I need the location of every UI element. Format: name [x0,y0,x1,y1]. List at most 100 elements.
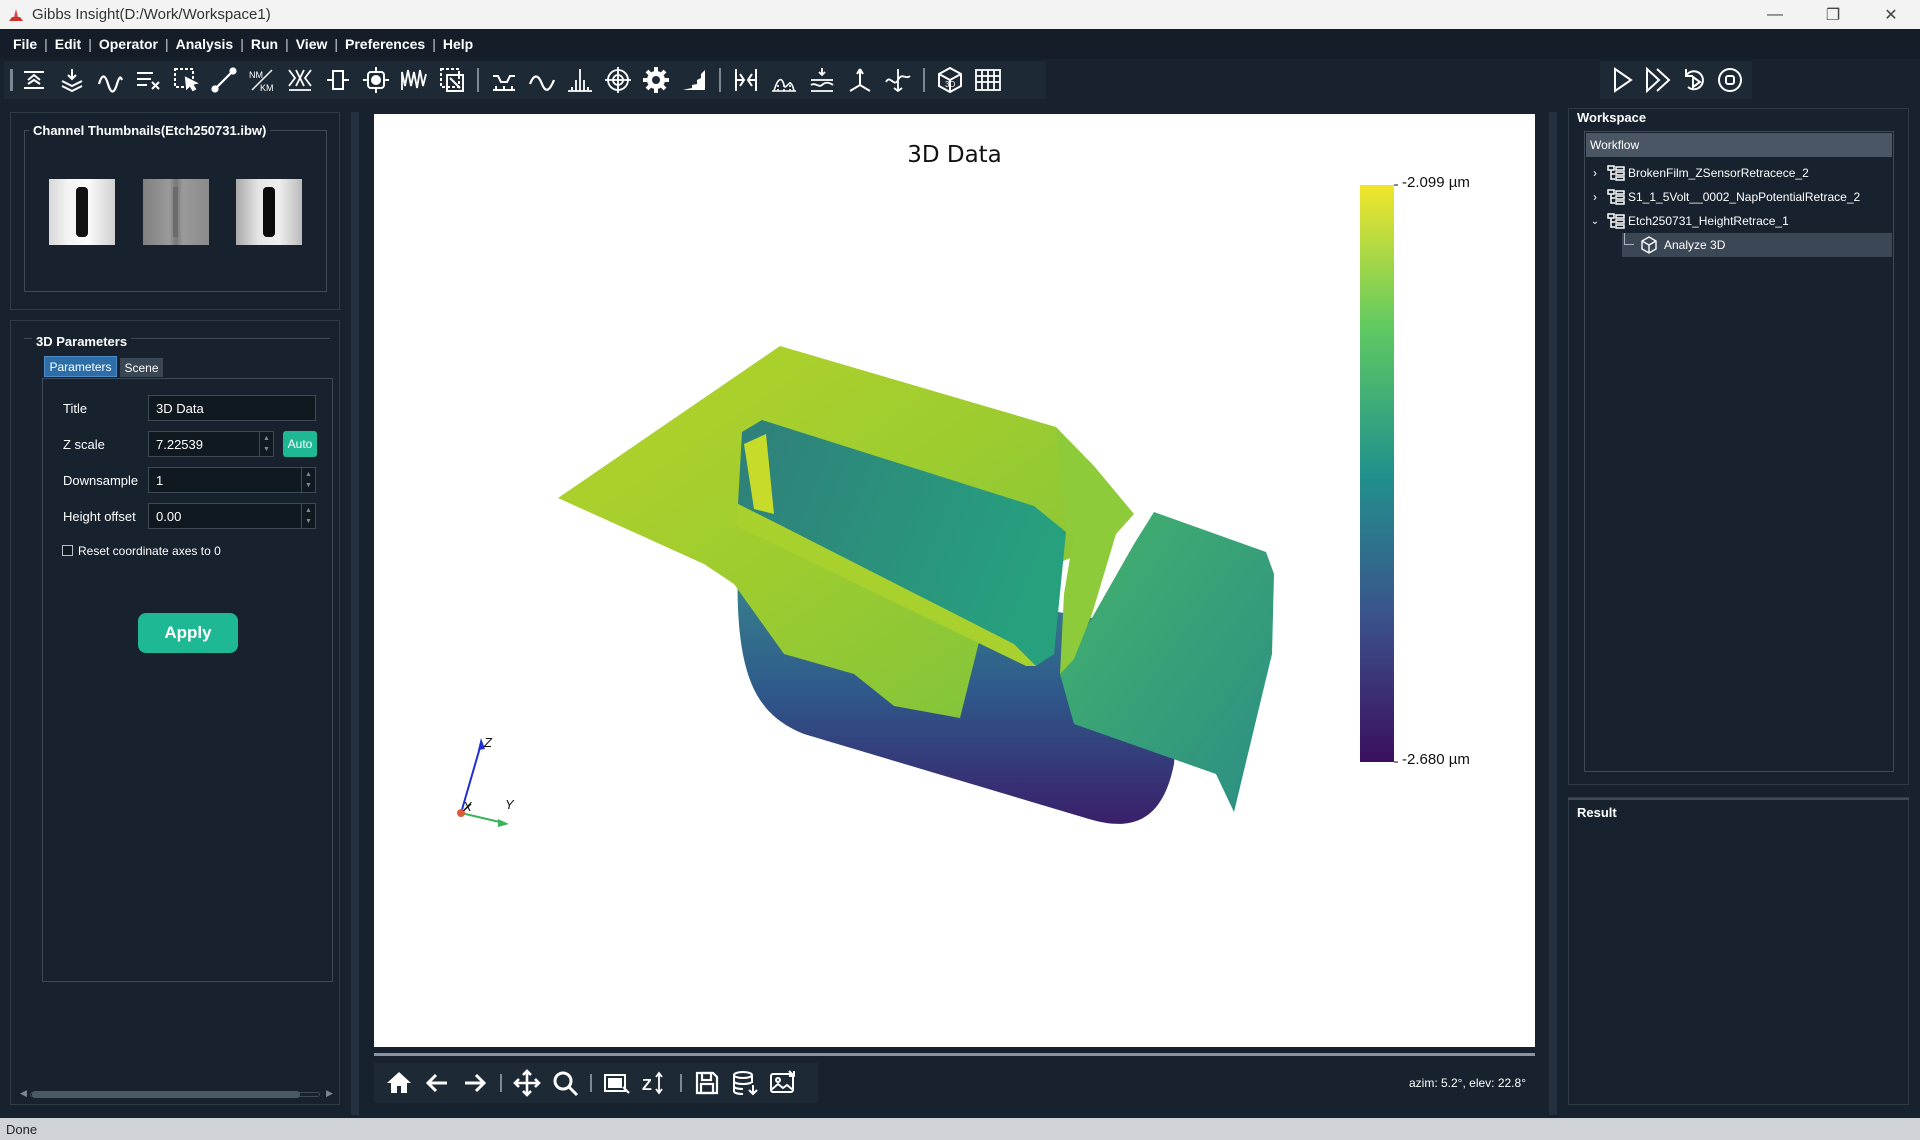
status-bar: Done [0,1118,1920,1140]
restore-button[interactable]: ❐ [1804,0,1862,29]
axis-x-label: X [463,799,472,814]
downsample-field[interactable]: 1 [148,467,316,493]
workflow-header[interactable]: Workflow [1586,133,1892,157]
menu-run[interactable]: Run [246,36,283,52]
apply-button[interactable]: Apply [138,613,238,653]
menu-preferences[interactable]: Preferences [340,36,430,52]
home-icon[interactable] [382,1066,416,1100]
unit-icon[interactable]: NM KM [246,64,278,96]
menu-file[interactable]: File [8,36,42,52]
export-image-icon[interactable] [766,1066,800,1100]
offset-label: Height offset [63,509,136,524]
offset-stepper[interactable]: ▲ ▼ [301,503,315,529]
thumbnail-height[interactable] [49,179,115,245]
minimize-button[interactable]: — [1746,0,1804,29]
wave-icon[interactable] [94,64,126,96]
zscale-stepper[interactable]: ▲ ▼ [259,431,273,457]
axis-y-arrow-icon [498,819,509,827]
tree-item-label: Etch250731_HeightRetrace_1 [1628,214,1789,228]
flatten-icon[interactable] [56,64,88,96]
smooth-icon[interactable] [526,64,558,96]
crosshair-icon[interactable] [602,64,634,96]
peak-icon[interactable] [564,64,596,96]
close-button[interactable]: ✕ [1862,0,1920,29]
downsample-stepper[interactable]: ▲ ▼ [301,467,315,493]
stop-icon[interactable] [1715,64,1745,96]
tree-item-brokenfilm[interactable]: › BrokenFilm_ZSensorRetracece_2 [1586,162,1809,184]
subplots-icon[interactable] [600,1066,634,1100]
title-field[interactable]: 3D Data [148,395,316,421]
app-logo-icon [6,5,26,25]
chevron-right-icon[interactable]: › [1586,166,1604,180]
tip-icon[interactable] [844,64,876,96]
pan-icon[interactable] [510,1066,544,1100]
tree-node-icon [1604,189,1628,205]
reset-axes-label: Reset coordinate axes to 0 [78,544,221,558]
gear-icon[interactable] [640,64,672,96]
step-icon[interactable] [322,64,354,96]
zscale-label: Z scale [63,437,105,452]
menu-help[interactable]: Help [438,36,478,52]
zoom-icon[interactable] [548,1066,582,1100]
forward-icon[interactable] [458,1066,492,1100]
select-icon[interactable] [170,64,202,96]
tree-item-etch250731[interactable]: ⌄ Etch250731_HeightRetrace_1 [1586,210,1789,232]
run-icon[interactable] [1607,64,1637,96]
menu-view[interactable]: View [291,36,333,52]
result-title: Result [1573,805,1621,820]
auto-button[interactable]: Auto [283,431,317,457]
run-group [1600,61,1752,99]
histogram-icon[interactable] [678,64,710,96]
rerun-icon[interactable] [1679,64,1709,96]
force-curve-icon[interactable] [730,64,762,96]
export-data-icon[interactable] [728,1066,762,1100]
tab-parameters[interactable]: Parameters [44,356,117,377]
tree-item-s1-nappotential[interactable]: › S1_1_5Volt__0002_NapPotentialRetrace_2 [1586,186,1860,208]
downsample-label: Downsample [63,473,139,488]
surface-3d-view[interactable] [374,114,1535,1047]
zaxis-scale-icon[interactable]: Z [638,1066,672,1100]
stack-icon[interactable] [972,64,1004,96]
tab-scene[interactable]: Scene [120,358,163,377]
offset-field[interactable]: 0.00 [148,503,316,529]
leveling-icon[interactable] [18,64,50,96]
spectrum-icon[interactable] [398,64,430,96]
grain-icon[interactable] [284,64,316,96]
plot-nav-toolbar: Z [374,1063,818,1103]
thumbnails-title: Channel Thumbnails(Etch250731.ibw) [29,123,271,138]
profile-icon[interactable] [488,64,520,96]
horizontal-scrollbar[interactable]: ◀ ▶ [20,1087,334,1101]
colorbar-min-label: -2.680 µm [1402,751,1470,768]
tree-item-analyze-3d[interactable]: Analyze 3D [1622,233,1892,257]
target-icon[interactable] [360,64,392,96]
plot-canvas[interactable]: 3D Data -2.099 µm -2.680 µm Y X Z [374,114,1535,1047]
tree-child-label: Analyze 3D [1664,238,1726,252]
surface-icon[interactable] [768,64,800,96]
svg-text:NM: NM [249,70,263,80]
chevron-right-icon[interactable]: › [1586,190,1604,204]
svg-text:3D: 3D [945,80,955,89]
right-splitter[interactable] [1549,112,1557,1115]
scrollbar-thumb[interactable] [32,1091,300,1098]
fit-icon[interactable] [882,64,914,96]
title-label: Title [63,401,88,416]
back-icon[interactable] [420,1066,454,1100]
reset-axes-checkbox[interactable] [62,545,73,556]
menu-operator[interactable]: Operator [94,36,163,52]
3d-cube-icon[interactable]: 3D [934,64,966,96]
thumbnail-phase[interactable] [236,179,302,245]
menu-analysis[interactable]: Analysis [171,36,239,52]
zscale-field[interactable]: 7.22539 [148,431,274,457]
tree-item-label: S1_1_5Volt__0002_NapPotentialRetrace_2 [1628,190,1861,204]
result-dock [1568,797,1909,1105]
run-all-icon[interactable] [1643,64,1673,96]
chevron-down-icon[interactable]: ⌄ [1586,216,1604,227]
line-icon[interactable] [208,64,240,96]
menu-edit[interactable]: Edit [50,36,86,52]
landscape-icon[interactable] [806,64,838,96]
save-icon[interactable] [690,1066,724,1100]
region-icon[interactable] [436,64,468,96]
left-splitter[interactable] [351,112,359,1115]
thumbnail-amplitude[interactable] [143,179,209,245]
filter-icon[interactable] [132,64,164,96]
